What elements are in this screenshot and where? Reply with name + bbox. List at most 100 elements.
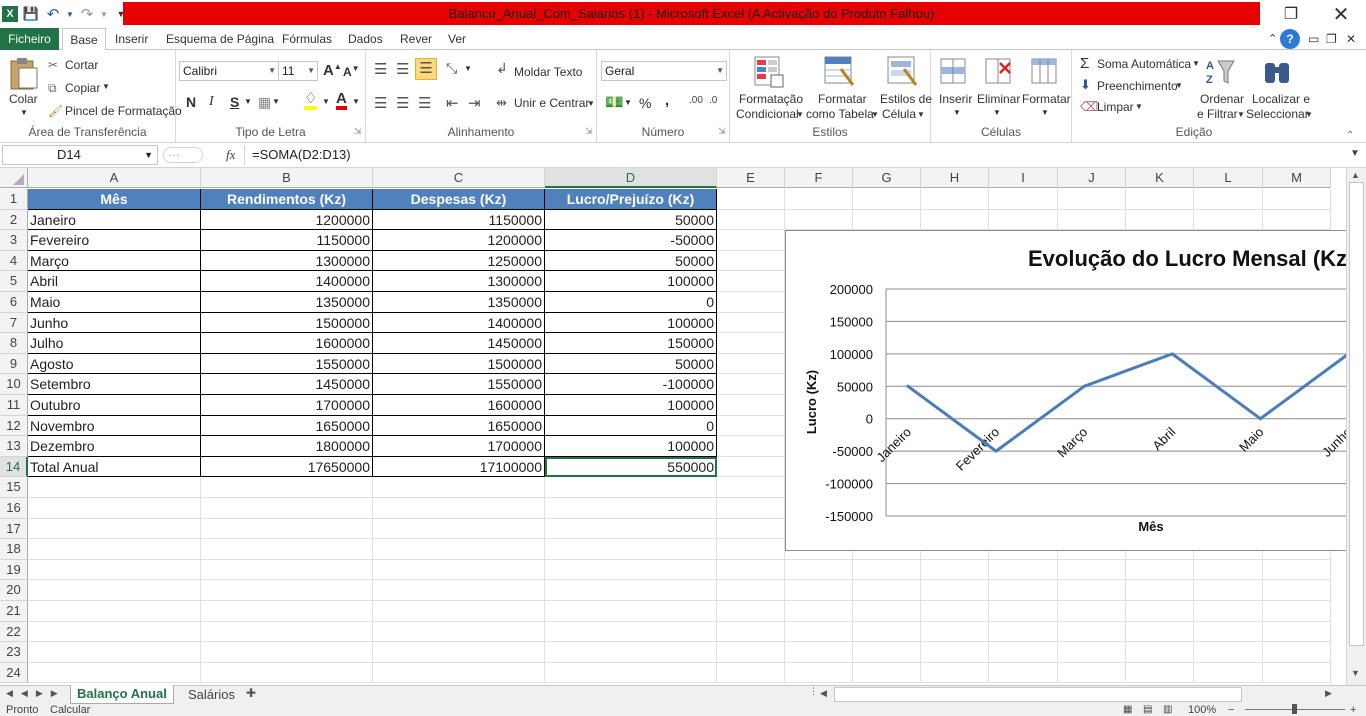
format-cells-button[interactable]: Formatar (1022, 92, 1071, 106)
empty-cell[interactable] (201, 477, 373, 498)
empty-cell[interactable] (1194, 189, 1263, 210)
empty-cell[interactable] (717, 312, 785, 334)
vertical-scrollbar[interactable]: ▲ ▼ (1346, 168, 1366, 685)
empty-cell[interactable] (373, 539, 545, 560)
empty-cell[interactable] (853, 642, 921, 663)
find-select-dropdown-icon[interactable]: ▼ (1305, 110, 1313, 119)
align-right-icon[interactable]: ☰ (418, 94, 431, 112)
fill-color-dropdown-icon[interactable]: ▼ (322, 97, 330, 106)
empty-cell[interactable] (201, 498, 373, 519)
cell-styles-label-2[interactable]: Célula (882, 107, 916, 121)
format-as-table-label-2[interactable]: como Tabela (806, 107, 874, 121)
empty-cell[interactable] (717, 333, 785, 354)
empty-cell[interactable] (853, 189, 921, 210)
format-dropdown-icon[interactable]: ▼ (1041, 108, 1049, 117)
empty-cell[interactable] (201, 601, 373, 622)
horizontal-scroll-thumb[interactable] (834, 687, 1242, 702)
italic-button[interactable]: I (209, 94, 214, 110)
empty-cell[interactable] (853, 601, 921, 622)
table-cell[interactable]: 1700000 (373, 436, 545, 457)
column-header-f[interactable]: F (785, 168, 853, 188)
table-cell[interactable]: Total Anual (28, 456, 201, 478)
empty-cell[interactable] (717, 477, 785, 498)
paste-button[interactable]: Colar (9, 92, 38, 106)
empty-cell[interactable] (921, 209, 989, 231)
empty-cell[interactable] (1058, 559, 1126, 581)
help-icon[interactable]: ? (1280, 29, 1300, 49)
table-cell[interactable]: 1800000 (201, 436, 373, 457)
empty-cell[interactable] (545, 621, 717, 643)
empty-cell[interactable] (989, 580, 1058, 601)
fill-color-icon[interactable]: ♢ (304, 91, 318, 110)
find-select-label-2[interactable]: Seleccionar (1246, 107, 1309, 121)
table-cell[interactable]: 50000 (545, 353, 717, 375)
empty-cell[interactable] (717, 230, 785, 251)
delete-dropdown-icon[interactable]: ▼ (993, 108, 1001, 117)
empty-cell[interactable] (545, 518, 717, 540)
table-cell[interactable]: 1550000 (373, 374, 545, 395)
empty-cell[interactable] (1263, 601, 1331, 622)
formula-input[interactable]: =SOMA(D2:D13) (252, 147, 351, 162)
page-layout-view-icon[interactable]: ▤ (1143, 704, 1152, 715)
percent-button[interactable]: % (639, 95, 651, 111)
table-cell[interactable]: 1550000 (201, 353, 373, 375)
empty-cell[interactable] (717, 353, 785, 375)
row-header-16[interactable]: 16 (0, 498, 28, 519)
normal-view-icon[interactable]: ▦ (1123, 704, 1132, 715)
autosum-dropdown-icon[interactable]: ▼ (1192, 59, 1200, 68)
table-cell[interactable]: 50000 (545, 250, 717, 272)
row-header-2[interactable]: 2 (0, 209, 28, 231)
sheet-nav-icons[interactable]: ◀◀▶▶ (6, 688, 66, 699)
format-as-table-dropdown-icon[interactable]: ▼ (871, 110, 879, 119)
table-cell[interactable]: 100000 (545, 312, 717, 334)
empty-cell[interactable] (1058, 621, 1126, 643)
sheet-tab-balanco[interactable]: Balanço Anual (70, 685, 174, 704)
insert-cells-button[interactable]: Inserir (939, 92, 972, 106)
table-cell[interactable]: 0 (545, 292, 717, 313)
sheet-tab-salarios[interactable]: Salários (182, 686, 241, 704)
empty-cell[interactable] (785, 209, 853, 231)
row-header-12[interactable]: 12 (0, 415, 28, 437)
fill-dropdown-icon[interactable]: ▼ (1175, 81, 1183, 90)
empty-cell[interactable] (785, 189, 853, 210)
empty-cell[interactable] (1263, 662, 1331, 684)
empty-cell[interactable] (1126, 559, 1194, 581)
empty-cell[interactable] (1058, 209, 1126, 231)
empty-cell[interactable] (853, 559, 921, 581)
row-header-13[interactable]: 13 (0, 436, 28, 457)
empty-cell[interactable] (785, 601, 853, 622)
empty-cell[interactable] (989, 559, 1058, 581)
empty-cell[interactable] (717, 189, 785, 210)
empty-cell[interactable] (921, 662, 989, 684)
split-handle-icon[interactable]: ⋮ (809, 686, 818, 697)
table-cell[interactable]: Janeiro (28, 209, 201, 231)
table-cell[interactable]: 1450000 (201, 374, 373, 395)
empty-cell[interactable] (1263, 189, 1331, 210)
table-cell[interactable]: 1700000 (201, 395, 373, 416)
table-cell[interactable]: -100000 (545, 374, 717, 395)
table-cell[interactable]: 1500000 (201, 312, 373, 334)
empty-cell[interactable] (1126, 580, 1194, 601)
empty-cell[interactable] (1194, 601, 1263, 622)
fill-button[interactable]: Preenchimento (1097, 79, 1178, 93)
empty-cell[interactable] (785, 662, 853, 684)
zoom-slider-thumb[interactable] (1292, 704, 1297, 714)
bold-button[interactable]: N (186, 94, 196, 110)
borders-dropdown-icon[interactable]: ▼ (272, 97, 280, 106)
empty-cell[interactable] (201, 539, 373, 560)
empty-cell[interactable] (1058, 642, 1126, 663)
empty-cell[interactable] (545, 662, 717, 684)
formula-bar-resize-handle[interactable]: ⋯ (163, 147, 203, 163)
empty-cell[interactable] (28, 621, 201, 643)
empty-cell[interactable] (201, 642, 373, 663)
scroll-left-icon[interactable]: ◀ (820, 688, 827, 699)
table-cell[interactable]: 1600000 (373, 395, 545, 416)
comma-button[interactable]: , (665, 92, 669, 109)
table-cell[interactable]: Outubro (28, 395, 201, 416)
tab-file[interactable]: Ficheiro (0, 28, 59, 50)
empty-cell[interactable] (201, 621, 373, 643)
conditional-format-label-2[interactable]: Condicional (736, 107, 799, 121)
redo-icon[interactable]: ↷ (78, 5, 96, 23)
dialog-launcher-icon[interactable]: ⇲ (718, 126, 726, 137)
table-cell[interactable]: 1400000 (373, 312, 545, 334)
